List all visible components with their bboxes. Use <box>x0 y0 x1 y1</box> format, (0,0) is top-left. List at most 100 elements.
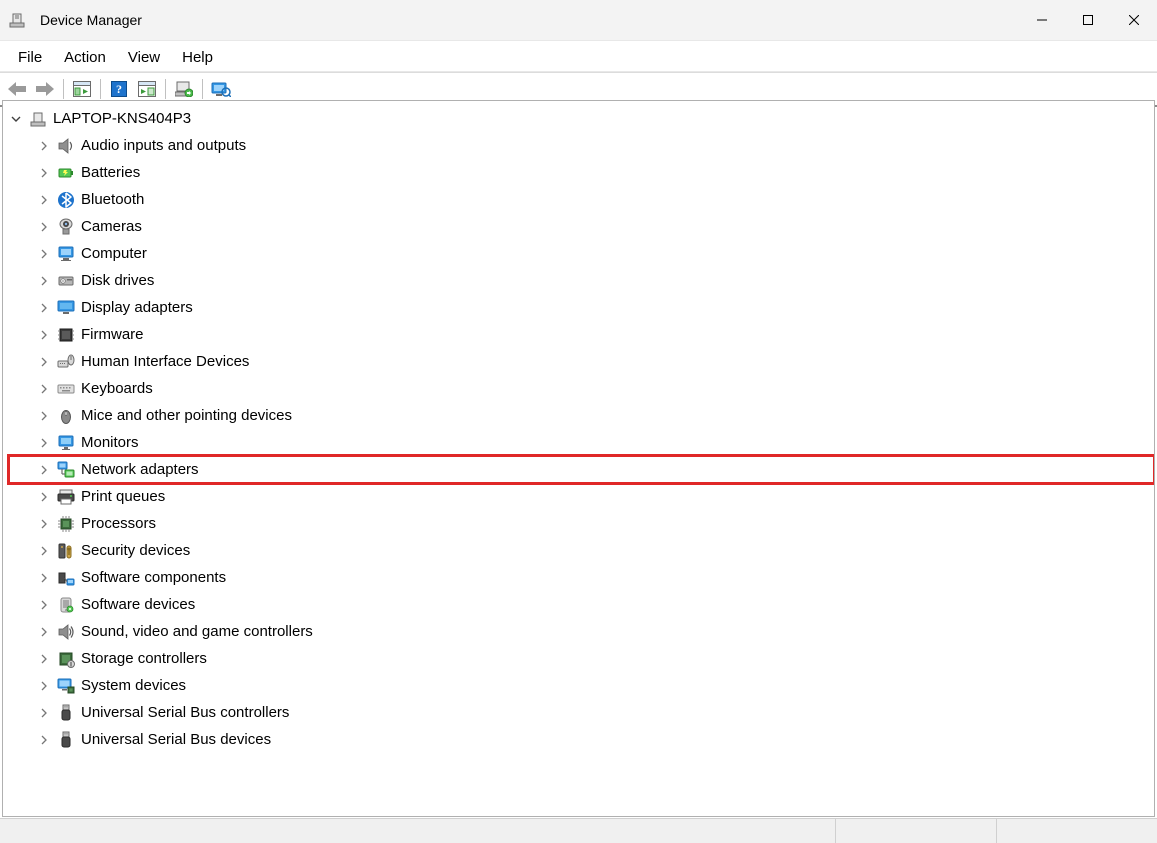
chevron-right-icon[interactable] <box>37 706 51 720</box>
tree-node-label: Security devices <box>81 542 190 559</box>
tree-node-mouse[interactable]: Mice and other pointing devices <box>9 402 1154 429</box>
chevron-right-icon[interactable] <box>37 139 51 153</box>
tree-node-hid[interactable]: Human Interface Devices <box>9 348 1154 375</box>
camera-icon <box>57 218 75 236</box>
tree-node-label: Software devices <box>81 596 195 613</box>
toolbar-separator <box>202 79 203 99</box>
window-controls <box>1019 0 1157 40</box>
chevron-right-icon[interactable] <box>37 193 51 207</box>
toolbar-scan-button[interactable] <box>208 77 234 101</box>
chevron-right-icon[interactable] <box>37 625 51 639</box>
tree-node-label: Monitors <box>81 434 139 451</box>
toolbar-properties-button[interactable] <box>134 77 160 101</box>
status-cell-main <box>0 819 835 843</box>
tree-node-security[interactable]: Security devices <box>9 537 1154 564</box>
tree-root-node[interactable]: LAPTOP-KNS404P3 <box>9 105 1154 132</box>
computer-icon <box>57 245 75 263</box>
bluetooth-icon <box>57 191 75 209</box>
chevron-right-icon[interactable] <box>37 733 51 747</box>
chevron-right-icon[interactable] <box>37 490 51 504</box>
tree-node-software-dev[interactable]: Software devices <box>9 591 1154 618</box>
tree-node-cpu[interactable]: Processors <box>9 510 1154 537</box>
monitor-icon <box>57 434 75 452</box>
menu-file[interactable]: File <box>8 47 52 68</box>
chevron-right-icon[interactable] <box>37 409 51 423</box>
tree-node-audio[interactable]: Audio inputs and outputs <box>9 132 1154 159</box>
tree-node-label: Human Interface Devices <box>81 353 249 370</box>
menu-action[interactable]: Action <box>54 47 116 68</box>
tree-node-computer[interactable]: Computer <box>9 240 1154 267</box>
system-icon <box>57 677 75 695</box>
status-bar <box>0 818 1157 843</box>
tree-node-label: Storage controllers <box>81 650 207 667</box>
toolbar-separator <box>63 79 64 99</box>
tree-node-printer[interactable]: Print queues <box>9 483 1154 510</box>
chevron-right-icon[interactable] <box>37 598 51 612</box>
network-icon <box>57 461 75 479</box>
chevron-right-icon[interactable] <box>37 463 51 477</box>
tree-node-label: System devices <box>81 677 186 694</box>
hid-icon <box>57 353 75 371</box>
tree-node-storage[interactable]: Storage controllers <box>9 645 1154 672</box>
tree-node-usb[interactable]: Universal Serial Bus devices <box>9 726 1154 753</box>
tree-node-usb[interactable]: Universal Serial Bus controllers <box>9 699 1154 726</box>
firmware-icon <box>57 326 75 344</box>
chevron-right-icon[interactable] <box>37 166 51 180</box>
minimize-button[interactable] <box>1019 0 1065 40</box>
chevron-right-icon[interactable] <box>37 436 51 450</box>
tree-node-label: Computer <box>81 245 147 262</box>
chevron-right-icon[interactable] <box>37 247 51 261</box>
chevron-right-icon[interactable] <box>37 328 51 342</box>
audio-icon <box>57 137 75 155</box>
menu-view[interactable]: View <box>118 47 170 68</box>
status-cell-3 <box>996 819 1157 843</box>
tree-node-display[interactable]: Display adapters <box>9 294 1154 321</box>
close-button[interactable] <box>1111 0 1157 40</box>
chevron-right-icon[interactable] <box>37 382 51 396</box>
disk-icon <box>57 272 75 290</box>
usb-icon <box>57 704 75 722</box>
maximize-button[interactable] <box>1065 0 1111 40</box>
tree-node-network[interactable]: Network adapters <box>9 456 1154 483</box>
printer-icon <box>57 488 75 506</box>
tree-node-system[interactable]: System devices <box>9 672 1154 699</box>
tree-node-label: Disk drives <box>81 272 154 289</box>
software-dev-icon <box>57 596 75 614</box>
tree-node-label: Universal Serial Bus controllers <box>81 704 289 721</box>
toolbar-help-button[interactable]: ? <box>106 77 132 101</box>
tree-node-monitor[interactable]: Monitors <box>9 429 1154 456</box>
tree-node-disk[interactable]: Disk drives <box>9 267 1154 294</box>
chevron-right-icon[interactable] <box>37 355 51 369</box>
tree-node-firmware[interactable]: Firmware <box>9 321 1154 348</box>
menu-help[interactable]: Help <box>172 47 223 68</box>
tree-node-battery[interactable]: Batteries <box>9 159 1154 186</box>
tree-node-bluetooth[interactable]: Bluetooth <box>9 186 1154 213</box>
chevron-right-icon[interactable] <box>37 220 51 234</box>
tree-node-software-comp[interactable]: Software components <box>9 564 1154 591</box>
toolbar-update-button[interactable] <box>171 77 197 101</box>
title-bar: Device Manager <box>0 0 1157 41</box>
tree-node-sound[interactable]: Sound, video and game controllers <box>9 618 1154 645</box>
tree-node-camera[interactable]: Cameras <box>9 213 1154 240</box>
battery-icon <box>57 164 75 182</box>
chevron-right-icon[interactable] <box>37 301 51 315</box>
chevron-right-icon[interactable] <box>37 517 51 531</box>
display-icon <box>57 299 75 317</box>
tree-node-label: Print queues <box>81 488 165 505</box>
toolbar-back-button[interactable] <box>4 77 30 101</box>
chevron-right-icon[interactable] <box>37 652 51 666</box>
tree-node-label: Sound, video and game controllers <box>81 623 313 640</box>
tree-node-label: Software components <box>81 569 226 586</box>
chevron-down-icon[interactable] <box>9 112 23 126</box>
toolbar-show-hide-tree-button[interactable] <box>69 77 95 101</box>
device-tree-panel[interactable]: LAPTOP-KNS404P3 Audio inputs and outputs… <box>2 100 1155 817</box>
window-title: Device Manager <box>40 12 142 28</box>
chevron-right-icon[interactable] <box>37 571 51 585</box>
chevron-right-icon[interactable] <box>37 544 51 558</box>
toolbar-forward-button[interactable] <box>32 77 58 101</box>
tree-node-keyboard[interactable]: Keyboards <box>9 375 1154 402</box>
status-cell-2 <box>835 819 996 843</box>
chevron-right-icon[interactable] <box>37 274 51 288</box>
chevron-right-icon[interactable] <box>37 679 51 693</box>
tree-node-label: Bluetooth <box>81 191 144 208</box>
